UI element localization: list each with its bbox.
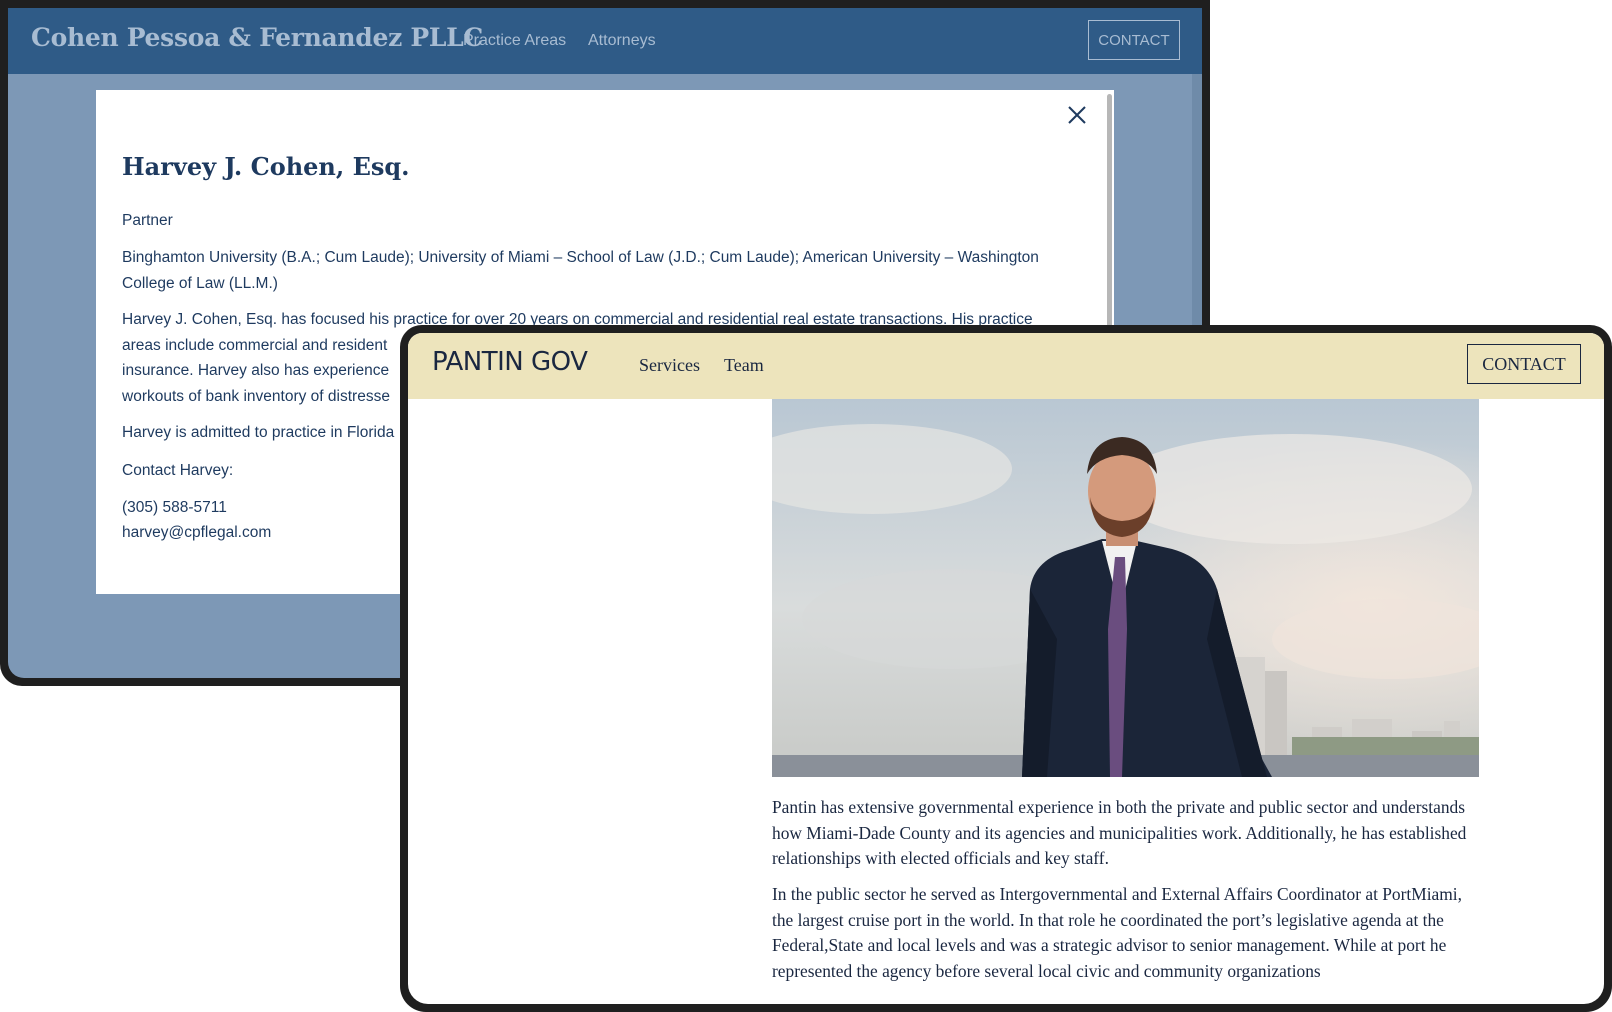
front-screen: PANTIN GOV Services Team CONTACT Pantin … [408,333,1604,1004]
nav-services[interactable]: Services [639,355,700,376]
attorney-email[interactable]: harvey@cpflegal.com [122,520,271,546]
attorney-name: Harvey J. Cohen, Esq. [122,152,410,181]
contact-label: Contact Harvey: [122,462,234,479]
nav-practice-areas[interactable]: Practice Areas [463,32,566,50]
attorney-phone[interactable]: (305) 588-5711 [122,495,227,521]
cp-header: Cohen Pessoa & Fernandez PLLC Practice A… [8,8,1202,74]
cp-logo[interactable]: Cohen Pessoa & Fernandez PLLC [31,23,483,52]
bio-paragraph-1: Pantin has extensive governmental experi… [772,797,1467,869]
pg-logo[interactable]: PANTIN GOV [432,347,588,377]
front-device-frame: PANTIN GOV Services Team CONTACT Pantin … [400,325,1612,1012]
pg-contact-button[interactable]: CONTACT [1467,344,1581,384]
nav-team[interactable]: Team [724,355,764,376]
portrait-photo [772,399,1479,777]
bio-paragraph-2: In the public sector he served as Interg… [772,884,1462,981]
nav-attorneys[interactable]: Attorneys [588,32,656,50]
pg-header: PANTIN GOV Services Team CONTACT [408,333,1604,399]
attorney-education: Binghamton University (B.A.; Cum Laude);… [122,249,1039,292]
attorney-admitted: Harvey is admitted to practice in Florid… [122,424,395,441]
close-icon[interactable] [1066,104,1088,126]
cp-contact-button[interactable]: CONTACT [1088,20,1180,60]
attorney-role: Partner [122,212,173,229]
modal-scrollbar[interactable] [1107,94,1112,330]
